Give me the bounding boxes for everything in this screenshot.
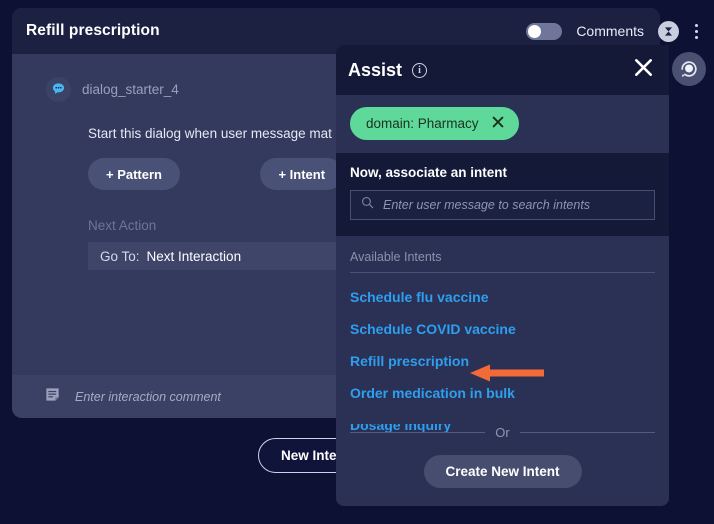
circle-close-icon[interactable] (658, 20, 679, 42)
comments-toggle[interactable] (526, 22, 563, 40)
close-icon[interactable] (632, 56, 655, 84)
support-agent-icon[interactable] (672, 52, 706, 86)
list-item[interactable]: Schedule COVID vaccine (350, 321, 655, 337)
intents-divider (350, 272, 655, 273)
list-item[interactable]: Order medication in bulk (350, 385, 655, 401)
or-label: Or (495, 425, 510, 440)
create-new-intent-button[interactable]: Create New Intent (423, 455, 582, 488)
available-intents-label: Available Intents (350, 250, 442, 264)
assist-panel: Assist i domain: Pharmacy Now, associate… (336, 45, 669, 506)
goto-value: Next Interaction (146, 248, 242, 264)
add-pattern-button[interactable]: + Pattern (88, 158, 180, 190)
goto-label: Go To: (100, 248, 140, 264)
associate-intent-block: Now, associate an intent Enter user mess… (336, 153, 669, 236)
page-title: Refill prescription (26, 22, 160, 39)
domain-chip-area: domain: Pharmacy (336, 95, 669, 153)
assist-title: Assist (348, 59, 403, 80)
comments-label: Comments (576, 23, 644, 39)
or-divider: Or (336, 425, 669, 440)
list-item[interactable]: Schedule flu vaccine (350, 289, 655, 305)
domain-chip-label: domain: Pharmacy (366, 116, 479, 131)
chip-remove-icon[interactable] (491, 115, 505, 132)
note-icon (44, 386, 61, 408)
associate-intent-heading: Now, associate an intent (350, 165, 508, 180)
search-icon (361, 196, 374, 214)
info-icon[interactable]: i (412, 62, 428, 78)
available-intents-area: Available Intents Schedule flu vaccine S… (336, 236, 669, 433)
toggle-knob (528, 24, 542, 38)
assist-panel-header: Assist i (336, 45, 669, 95)
interaction-comment-placeholder: Enter interaction comment (75, 389, 221, 404)
intent-search-placeholder: Enter user message to search intents (383, 198, 591, 212)
domain-chip[interactable]: domain: Pharmacy (350, 107, 519, 140)
list-item[interactable]: Refill prescription (350, 353, 655, 369)
kebab-menu-icon[interactable] (693, 22, 700, 41)
add-intent-button[interactable]: + Intent (260, 158, 344, 190)
or-line-left (350, 432, 486, 433)
chat-bubble-icon (46, 77, 71, 102)
app-root: Refill prescription dialog_starter_4 Sta… (0, 0, 714, 524)
or-line-right (519, 432, 656, 433)
intent-search-input[interactable]: Enter user message to search intents (350, 190, 655, 220)
dialog-starter-name: dialog_starter_4 (82, 82, 179, 97)
